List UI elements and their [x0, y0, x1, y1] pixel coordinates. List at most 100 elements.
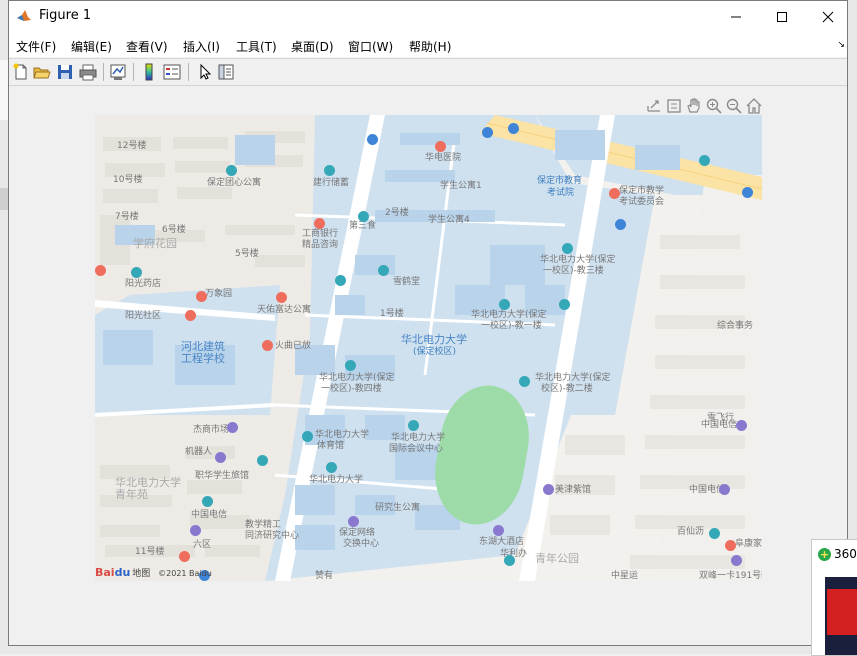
map-poi-marker [725, 540, 736, 551]
map-label: 考试委员会 [619, 197, 665, 207]
map-poi-marker [257, 455, 268, 466]
campus-name-label: 华北电力大学 [401, 333, 467, 346]
map-label: 阳光药店 [125, 279, 162, 289]
map-label: 学生公寓1 [440, 181, 482, 191]
map-label: 青年苑 [115, 488, 148, 501]
title-bar: Figure 1 [9, 1, 847, 32]
360-ad-image[interactable] [825, 577, 857, 655]
map-poi-marker [367, 134, 378, 145]
open-file-icon[interactable] [33, 63, 51, 81]
map-label: 校区)-教二楼 [541, 384, 593, 394]
map-label: 华北电力大学 [391, 433, 446, 443]
360-plus-icon: + [818, 547, 831, 561]
map-poi-marker [482, 127, 493, 138]
zoom-out-icon[interactable] [725, 97, 743, 115]
export-icon[interactable] [645, 97, 663, 115]
map-poi-marker [562, 243, 573, 254]
edit-plot-arrow-icon[interactable] [196, 63, 214, 81]
map-poi-marker [543, 484, 554, 495]
toolbar-separator [133, 63, 134, 81]
360-popup-label: 360 [834, 547, 857, 561]
map-poi-marker [378, 265, 389, 276]
map-label: 精品咨询 [302, 240, 339, 250]
map-label: 雪鹤堂 [393, 277, 421, 287]
matlab-icon [16, 8, 32, 24]
campus-sub-label: (保定校区) [413, 347, 457, 357]
brush-data-icon[interactable] [665, 97, 683, 115]
insert-legend-icon[interactable] [163, 63, 181, 81]
menu-file[interactable]: 文件(F) [16, 38, 56, 55]
map-label: 学生公寓4 [428, 215, 470, 225]
map-poi-marker [615, 219, 626, 230]
map-label: 阳光社区 [125, 311, 162, 321]
map-poi-marker [95, 265, 106, 276]
map-label: 保定市教学 [619, 186, 665, 196]
map-label: 杰商市场 [193, 425, 230, 435]
map-poi-marker [131, 267, 142, 278]
map-poi-marker [435, 141, 446, 152]
map-label: 工程学校 [181, 352, 225, 365]
map-poi-marker [215, 452, 226, 463]
map-label: 华电医院 [425, 153, 462, 163]
close-button[interactable] [805, 1, 847, 32]
menu-help[interactable]: 帮助(H) [409, 38, 451, 55]
map-label: 保定市教育 [537, 176, 583, 186]
map-poi-marker [326, 462, 337, 473]
figure-toolbar [9, 58, 847, 85]
map-label: 天佑富达公寓 [257, 305, 312, 315]
property-inspector-icon[interactable] [217, 63, 235, 81]
map-poi-marker [190, 525, 201, 536]
baidu-logo-suffix: 地图 [132, 569, 151, 579]
link-plot-icon[interactable] [109, 63, 127, 81]
map-label: 考试院 [547, 188, 575, 198]
360-popup-header: + 360 [818, 547, 857, 561]
menu-view[interactable]: 查看(V) [126, 38, 168, 55]
map-label: 阜康家庭 [735, 539, 762, 549]
map-label: 学府花园 [133, 237, 177, 250]
map-label: 华北电力大学 [309, 475, 364, 485]
map-image[interactable]: 12号楼 10号楼 7号楼 6号楼 5号楼 学府花园 保定团心公寓 建行储蓄 华… [95, 115, 762, 581]
menu-desktop[interactable]: 桌面(D) [291, 38, 334, 55]
minimize-button[interactable] [713, 1, 759, 32]
dock-arrow-icon[interactable]: ↘ [837, 40, 845, 50]
map-label: 六区 [193, 540, 212, 550]
map-poi-marker [719, 484, 730, 495]
map-label: 中国电信 [191, 510, 228, 520]
menu-bar: 文件(F) 编辑(E) 查看(V) 插入(I) 工具(T) 桌面(D) 窗口(W… [9, 32, 847, 57]
new-figure-icon[interactable] [12, 63, 30, 81]
map-label: 1号楼 [380, 309, 404, 319]
insert-colorbar-icon[interactable] [140, 63, 158, 81]
print-icon[interactable] [79, 63, 97, 81]
map-label: 美津紫馆 [555, 485, 592, 495]
minimize-icon [731, 16, 741, 17]
map-label: 12号楼 [117, 141, 147, 151]
pan-hand-icon[interactable] [685, 97, 703, 115]
map-poi-marker [226, 165, 237, 176]
map-label: 保定团心公寓 [207, 178, 262, 188]
map-poi-marker [609, 188, 620, 199]
maximize-button[interactable] [759, 1, 805, 32]
window-title: Figure 1 [39, 8, 92, 23]
map-label: 东湖大酒店 [479, 537, 525, 547]
map-poi-marker [504, 555, 515, 566]
menu-window[interactable]: 窗口(W) [348, 38, 393, 55]
map-poi-marker [196, 291, 207, 302]
map-label: 6号楼 [162, 225, 186, 235]
menu-tools[interactable]: 工具(T) [236, 38, 277, 55]
360-popup[interactable]: + 360 [811, 539, 857, 656]
baidu-logo-du: du [114, 566, 131, 579]
map-poi-marker [179, 551, 190, 562]
figure-canvas: 12号楼 10号楼 7号楼 6号楼 5号楼 学府花园 保定团心公寓 建行储蓄 华… [9, 85, 847, 645]
restore-view-home-icon[interactable] [745, 97, 763, 115]
map-label: 万象园 [205, 289, 233, 299]
save-icon[interactable] [56, 63, 74, 81]
map-label: 火曲已放 [275, 341, 312, 351]
menu-edit[interactable]: 编辑(E) [71, 38, 112, 55]
map-poi-marker [559, 299, 570, 310]
menu-insert[interactable]: 插入(I) [183, 38, 220, 55]
zoom-in-icon[interactable] [705, 97, 723, 115]
map-label: 工商银行 [302, 229, 339, 239]
map-label: 5号楼 [235, 249, 259, 259]
map-poi-marker [185, 310, 196, 321]
map-label: 华北电力大学 [315, 430, 370, 440]
